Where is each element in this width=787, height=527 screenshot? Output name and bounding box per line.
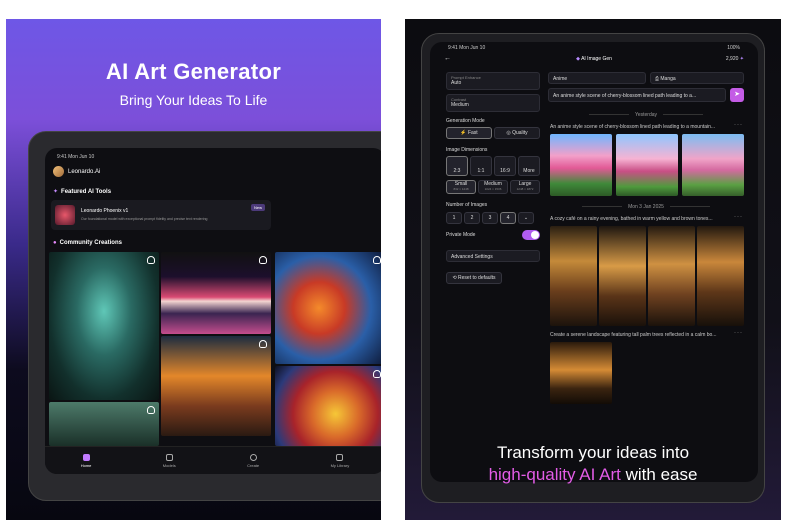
headline: AI Art Generator [105, 59, 282, 84]
date-separator-jan: Mon 3 Jan 2025 [548, 204, 744, 210]
library-icon [336, 453, 344, 461]
send-button[interactable]: ➤ [730, 88, 744, 102]
community-image-pizza[interactable] [275, 366, 381, 446]
app-header: Leonardo.Ai [53, 166, 100, 177]
status-battery: 100% [727, 45, 740, 51]
heart-icon[interactable] [147, 406, 155, 414]
count-more-chevron[interactable]: ⌄ [518, 212, 534, 224]
ratio-more[interactable]: More [518, 156, 540, 176]
private-mode-toggle[interactable] [522, 230, 540, 240]
tagline-highlight: high-quality AI Art [488, 465, 621, 484]
nav-models[interactable]: Models [163, 453, 176, 468]
ratio-16-9[interactable]: 16:9 [494, 156, 516, 176]
count-2[interactable]: 2 [464, 212, 480, 224]
left-promo-panel: AI Art Generator Bring Your Ideas To Lif… [6, 19, 381, 520]
featured-card-desc: Our foundational model with exceptional … [81, 217, 208, 221]
more-icon[interactable]: ··· [734, 122, 743, 128]
result-image-1a[interactable] [550, 134, 612, 196]
result-image-2c[interactable] [648, 226, 695, 326]
ratio-1-1[interactable]: 1:1 [470, 156, 492, 176]
mode-quality-button[interactable]: ◎ Quality [494, 127, 540, 139]
ratio-2-3[interactable]: 2:3 [446, 156, 468, 176]
featured-section-title: ✦ Featured AI Tools [53, 188, 112, 196]
featured-card-title: Leonardo Phoenix v1 [81, 208, 129, 214]
tablet-frame-2: 9:41 Mon Jun 10 100% ← ◆ AI Image Gen 2,… [421, 33, 765, 503]
heart-icon[interactable] [373, 256, 381, 264]
number-of-images-label: Number of Images [446, 202, 488, 208]
plus-circle-icon [249, 453, 257, 461]
count-3[interactable]: 3 [482, 212, 498, 224]
generation-caption-2: A cozy café on a rainy evening, bathed i… [550, 216, 713, 222]
result-image-2a[interactable] [550, 226, 597, 326]
nav-home[interactable]: Home [81, 453, 91, 468]
ai-logo-icon: ◆ [576, 56, 580, 62]
image-dimensions-label: Image Dimensions [446, 147, 488, 153]
credits[interactable]: 2,920 ✦ [726, 56, 744, 62]
toggle-knob [531, 231, 539, 239]
contrast-select[interactable]: Contrast Medium [446, 94, 540, 112]
size-large[interactable]: Large 1248 × 1872 [510, 180, 540, 194]
result-image-1b[interactable] [616, 134, 678, 196]
community-image-cat[interactable] [49, 252, 159, 400]
brand-name: Leonardo.Ai [68, 168, 101, 175]
result-image-2d[interactable] [697, 226, 744, 326]
result-image-1c[interactable] [682, 134, 744, 196]
tablet-screen-2: 9:41 Mon Jun 10 100% ← ◆ AI Image Gen 2,… [430, 42, 758, 482]
prompt-enhance-select[interactable]: Prompt Enhance Auto [446, 72, 540, 90]
more-icon[interactable]: ··· [734, 214, 743, 220]
prompt-input[interactable]: An anime style scene of cherry-blossom l… [548, 88, 726, 102]
result-image-2b[interactable] [599, 226, 646, 326]
subheadline: Bring Your Ideas To Life [119, 92, 268, 108]
sparkle-icon: ✦ [53, 189, 59, 195]
tagline-end: with ease [625, 465, 698, 484]
palette-icon: ● [53, 240, 57, 246]
status-time: 9:41 Mon Jun 10 [448, 45, 486, 51]
tablet-screen: 9:41 Mon Jun 10 Leonardo.Ai ✦ Featured A… [45, 148, 381, 474]
right-promo-panel: 9:41 Mon Jun 10 100% ← ◆ AI Image Gen 2,… [405, 19, 781, 520]
community-image-street[interactable] [161, 336, 271, 436]
date-separator-yesterday: Yesterday [548, 112, 744, 118]
style-select-manga[interactable]: ⎙ Manga [650, 72, 744, 84]
community-image-forest[interactable] [49, 402, 159, 446]
new-badge: New [250, 204, 265, 211]
generation-caption-3: Create a serene landscape featuring tall… [550, 332, 717, 338]
status-time: 9:41 Mon Jun 10 [57, 154, 95, 160]
avatar[interactable] [53, 166, 64, 177]
count-1[interactable]: 1 [446, 212, 462, 224]
tagline-line1: Transform your ideas into [496, 443, 690, 462]
heart-icon[interactable] [373, 370, 381, 378]
bottom-nav: Home Models Create My Library [45, 446, 381, 474]
community-image-mountain[interactable] [161, 252, 271, 334]
mode-fast-button[interactable]: ⚡ Fast [446, 127, 492, 139]
cube-icon [165, 453, 173, 461]
home-icon [82, 453, 90, 461]
tablet-frame: 9:41 Mon Jun 10 Leonardo.Ai ✦ Featured A… [28, 131, 381, 501]
style-select-anime[interactable]: Anime [548, 72, 646, 84]
nav-library[interactable]: My Library [331, 453, 349, 468]
featured-card[interactable]: Leonardo Phoenix v1 Our foundational mod… [51, 200, 271, 230]
tagline-line2: high-quality AI Art with ease [405, 465, 781, 485]
count-4[interactable]: 4 [500, 212, 516, 224]
community-section-title: ● Community Creations [53, 240, 122, 246]
header-title: ◆ AI Image Gen [576, 56, 612, 62]
heart-icon[interactable] [259, 256, 267, 264]
model-thumbnail [55, 205, 75, 225]
size-small[interactable]: Small 832 × 1248 [446, 180, 476, 194]
more-icon[interactable]: ··· [734, 330, 743, 336]
reset-button[interactable]: ⟲ Reset to defaults [446, 272, 502, 284]
generation-caption-1: An anime style scene of cherry-blossom l… [550, 124, 716, 130]
advanced-settings-select[interactable]: Advanced Settings [446, 250, 540, 262]
nav-create[interactable]: Create [247, 453, 259, 468]
credit-icon: ✦ [739, 56, 744, 62]
heart-icon[interactable] [259, 340, 267, 348]
generation-mode-label: Generation Mode [446, 118, 485, 124]
private-mode-label: Private Mode [446, 232, 476, 238]
community-image-paint-face[interactable] [275, 252, 381, 364]
result-image-3a[interactable] [550, 342, 612, 404]
heart-icon[interactable] [147, 256, 155, 264]
size-medium[interactable]: Medium 1024 × 1536 [478, 180, 508, 194]
